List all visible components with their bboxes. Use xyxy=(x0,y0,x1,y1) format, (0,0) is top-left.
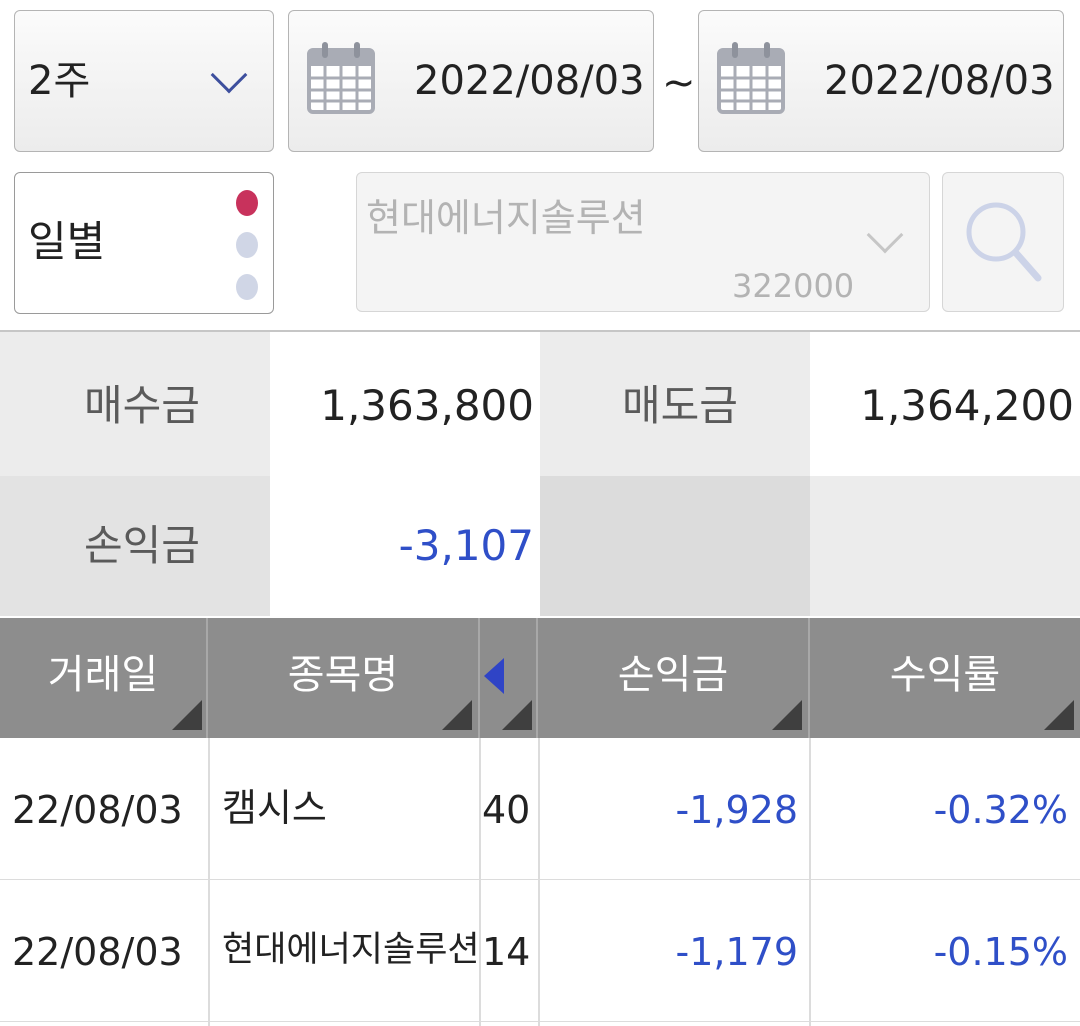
column-header-date-label: 거래일 xyxy=(47,652,159,698)
buy-amount-label: 매수금 xyxy=(84,381,200,430)
page-indicator-dot xyxy=(236,232,258,258)
column-header-name-label: 종목명 xyxy=(287,652,399,698)
column-scroll-toggle[interactable] xyxy=(480,618,538,738)
pnl-cell: -1,928 xyxy=(675,788,799,832)
stock-name-cell: 현대에너지솔루션 xyxy=(222,930,480,970)
column-divider xyxy=(809,738,811,1026)
pnl-label: 손익금 xyxy=(84,521,200,570)
rate-cell: -0.15% xyxy=(933,930,1068,974)
summary-empty-cell xyxy=(810,476,1080,616)
summary-empty-cell xyxy=(540,476,810,616)
column-divider xyxy=(538,738,540,1026)
sort-corner-icon xyxy=(442,700,472,730)
date-range-separator: ~ xyxy=(662,60,696,106)
trade-date: 22/08/03 xyxy=(12,788,183,832)
start-date-value: 2022/08/03 xyxy=(414,58,645,104)
page-indicator-dot-active xyxy=(236,190,258,216)
daily-mode-label: 일별 xyxy=(28,217,106,266)
triangle-left-icon xyxy=(484,658,504,694)
search-icon xyxy=(962,196,1046,290)
column-header-rate-label: 수익률 xyxy=(889,652,1001,698)
stock-code: 322000 xyxy=(732,267,855,305)
sell-amount-value: 1,364,200 xyxy=(860,381,1074,430)
sort-corner-icon xyxy=(502,700,532,730)
column-header-date[interactable]: 거래일 xyxy=(0,618,208,738)
trade-date: 22/08/03 xyxy=(12,930,183,974)
pnl-value: -3,107 xyxy=(398,521,534,570)
column-divider xyxy=(479,738,481,1026)
column-header-pnl-label: 손익금 xyxy=(617,652,729,698)
sell-amount-label: 매도금 xyxy=(622,381,738,430)
rate-cell: -0.32% xyxy=(933,788,1068,832)
quantity-cell: 40 xyxy=(482,788,531,832)
column-divider xyxy=(208,738,210,1026)
end-date-value: 2022/08/03 xyxy=(824,58,1055,104)
calendar-icon[interactable] xyxy=(716,40,786,116)
calendar-icon[interactable] xyxy=(306,40,376,116)
buy-amount-value: 1,363,800 xyxy=(320,381,534,430)
stock-name: 현대에너지솔루션 xyxy=(366,196,646,240)
column-header-name[interactable]: 종목명 xyxy=(208,618,480,738)
pnl-cell: -1,179 xyxy=(675,930,799,974)
sort-corner-icon xyxy=(1044,700,1074,730)
period-label: 2주 xyxy=(28,58,91,104)
stock-name-cell: 캠시스 xyxy=(222,786,327,830)
quantity-cell: 14 xyxy=(482,930,531,974)
page-indicator-dot xyxy=(236,274,258,300)
sort-corner-icon xyxy=(172,700,202,730)
sort-corner-icon xyxy=(772,700,802,730)
column-header-rate[interactable]: 수익률 xyxy=(810,618,1080,738)
column-header-pnl[interactable]: 손익금 xyxy=(538,618,810,738)
